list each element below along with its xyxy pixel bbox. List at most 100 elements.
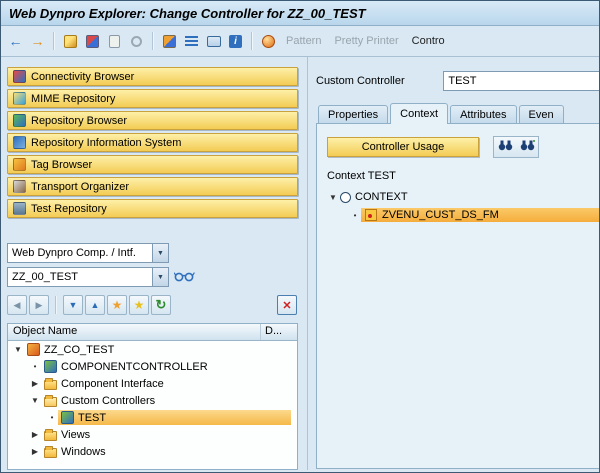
object-tree: Object Name D... ▼ ZZ_CO_TEST • COMPONEN… xyxy=(7,323,298,470)
expand-icon[interactable]: ▶ xyxy=(29,447,41,456)
tree-node-custom-controllers[interactable]: ▼ Custom Controllers xyxy=(8,392,297,409)
tree-node-label: COMPONENTCONTROLLER xyxy=(61,361,208,373)
controller-editor-panel: Custom Controller TEST Properties Contex… xyxy=(307,57,600,470)
context-toolbar: Controller Usage xyxy=(327,136,595,158)
sidebar-button-repository-information-system[interactable]: Repository Information System xyxy=(7,133,298,152)
object-type-value: Web Dynpro Comp. / Intf. xyxy=(12,247,136,259)
sidebar-button-label: MIME Repository xyxy=(31,93,115,105)
navigator-toolbar: ◀ ▶ ▼ ▲ ★ ★ ↻ ✕ xyxy=(7,295,297,315)
forward-button[interactable]: → xyxy=(27,31,48,52)
tree-node-label: Custom Controllers xyxy=(61,395,155,407)
tree-node-label: TEST xyxy=(78,412,106,424)
collapse-all-button[interactable]: ▲ xyxy=(85,295,105,315)
expand-icon[interactable]: ▶ xyxy=(29,430,41,439)
star-icon: ★ xyxy=(134,298,145,312)
expand-icon[interactable]: ▶ xyxy=(29,379,41,388)
repository-info-icon xyxy=(13,136,26,149)
folder-icon xyxy=(44,431,57,441)
display-object-button[interactable] xyxy=(173,267,197,287)
next-object-button[interactable]: ▶ xyxy=(29,295,49,315)
expand-all-button[interactable]: ▼ xyxy=(63,295,83,315)
info-button[interactable]: i xyxy=(225,31,246,52)
tree-node-label: ZVENU_CUST_DS_FM xyxy=(382,209,499,221)
close-browser-button[interactable]: ✕ xyxy=(277,295,297,315)
pattern-button[interactable]: Pattern xyxy=(280,35,327,47)
sidebar-button-test-repository[interactable]: Test Repository xyxy=(7,199,298,218)
tab-properties[interactable]: Properties xyxy=(318,105,388,124)
controller-name-input[interactable]: TEST xyxy=(443,71,600,91)
tree-node-component-interface[interactable]: ▶ Component Interface xyxy=(8,375,297,392)
sidebar-button-repository-browser[interactable]: Repository Browser xyxy=(7,111,298,130)
toolbar-separator xyxy=(55,296,57,314)
context-node-zvenu-cust-ds-fm[interactable]: • ZVENU_CUST_DS_FM xyxy=(317,206,600,224)
copy-button[interactable] xyxy=(104,31,125,52)
description-column-header: D... xyxy=(261,324,297,340)
add-favorite-button[interactable]: ★ xyxy=(129,295,149,315)
star-person-icon: ★ xyxy=(112,298,123,312)
other-object-button[interactable] xyxy=(60,31,81,52)
tab-attributes[interactable]: Attributes xyxy=(450,105,516,124)
refresh-icon: ↻ xyxy=(156,297,167,313)
chevron-down-icon[interactable]: ▼ xyxy=(152,244,168,262)
tree-node-root[interactable]: ▼ ZZ_CO_TEST xyxy=(8,341,297,358)
controller-icon xyxy=(61,411,74,424)
sidebar-button-transport-organizer[interactable]: Transport Organizer xyxy=(7,177,298,196)
table-icon xyxy=(207,36,221,47)
tag-icon xyxy=(13,158,26,171)
bullet-icon: • xyxy=(349,211,361,220)
tree-node-test[interactable]: • TEST xyxy=(8,409,297,426)
controller-name-value: TEST xyxy=(448,75,476,87)
table-view-button[interactable] xyxy=(203,31,224,52)
pretty-printer-button[interactable]: Pretty Printer xyxy=(328,35,404,47)
tree-node-label: Component Interface xyxy=(61,378,164,390)
context-root-node[interactable]: ▼ CONTEXT xyxy=(317,188,600,206)
cubes-icon xyxy=(86,35,99,48)
repository-icon xyxy=(13,114,26,127)
tree-node-componentcontroller[interactable]: • COMPONENTCONTROLLER xyxy=(8,358,297,375)
record-button[interactable] xyxy=(126,31,147,52)
object-type-select[interactable]: Web Dynpro Comp. / Intf. ▼ xyxy=(7,243,169,263)
history-dropdown-icon[interactable]: ▼ xyxy=(152,268,168,286)
content-area: Connectivity Browser MIME Repository Rep… xyxy=(1,57,599,470)
web-dynpro-explorer-window: Web Dynpro Explorer: Change Controller f… xyxy=(0,0,600,473)
tab-context[interactable]: Context xyxy=(390,103,448,124)
tab-events[interactable]: Even xyxy=(519,105,564,124)
refresh-button[interactable]: ↻ xyxy=(151,295,171,315)
tree-node-views[interactable]: ▶ Views xyxy=(8,426,297,443)
find-next-button[interactable] xyxy=(516,137,538,157)
collapse-icon[interactable]: ▼ xyxy=(12,345,24,354)
sidebar-button-mime-repository[interactable]: MIME Repository xyxy=(7,89,298,108)
back-button[interactable]: ← xyxy=(5,31,26,52)
object-name-input[interactable]: ZZ_00_TEST ▼ xyxy=(7,267,169,287)
sidebar-button-label: Repository Browser xyxy=(31,115,127,127)
where-used-button[interactable] xyxy=(82,31,103,52)
folder-icon xyxy=(44,448,57,458)
tree-node-label: Views xyxy=(61,429,90,441)
arrow-left-icon: ◀ xyxy=(14,300,21,311)
custom-controller-label: Custom Controller xyxy=(316,75,443,87)
collapse-icon[interactable]: ▼ xyxy=(29,396,41,405)
open-folder-icon xyxy=(44,397,57,407)
toolbar-separator xyxy=(251,32,253,50)
tree-node-label: Windows xyxy=(61,446,106,458)
sort-button[interactable] xyxy=(181,31,202,52)
sidebar-button-tag-browser[interactable]: Tag Browser xyxy=(7,155,298,174)
clipboard-icon xyxy=(109,35,120,48)
title-bar: Web Dynpro Explorer: Change Controller f… xyxy=(1,1,599,26)
close-icon: ✕ xyxy=(282,299,291,312)
previous-object-button[interactable]: ◀ xyxy=(7,295,27,315)
toolbar-separator xyxy=(152,32,154,50)
collapse-icon[interactable]: ▼ xyxy=(327,193,339,202)
find-button[interactable] xyxy=(494,137,516,157)
favorites-button[interactable]: ★ xyxy=(107,295,127,315)
activate-button[interactable] xyxy=(258,31,279,52)
bullet-icon: • xyxy=(46,413,58,422)
hierarchy-button[interactable] xyxy=(159,31,180,52)
context-tree-title: Context TEST xyxy=(327,170,600,182)
controller-button[interactable]: Contro xyxy=(406,35,451,47)
sidebar-button-label: Tag Browser xyxy=(31,159,92,171)
controller-usage-button[interactable]: Controller Usage xyxy=(327,137,479,157)
tree-header: Object Name D... xyxy=(8,324,297,341)
tree-node-windows[interactable]: ▶ Windows xyxy=(8,443,297,460)
sidebar-button-connectivity-browser[interactable]: Connectivity Browser xyxy=(7,67,298,86)
